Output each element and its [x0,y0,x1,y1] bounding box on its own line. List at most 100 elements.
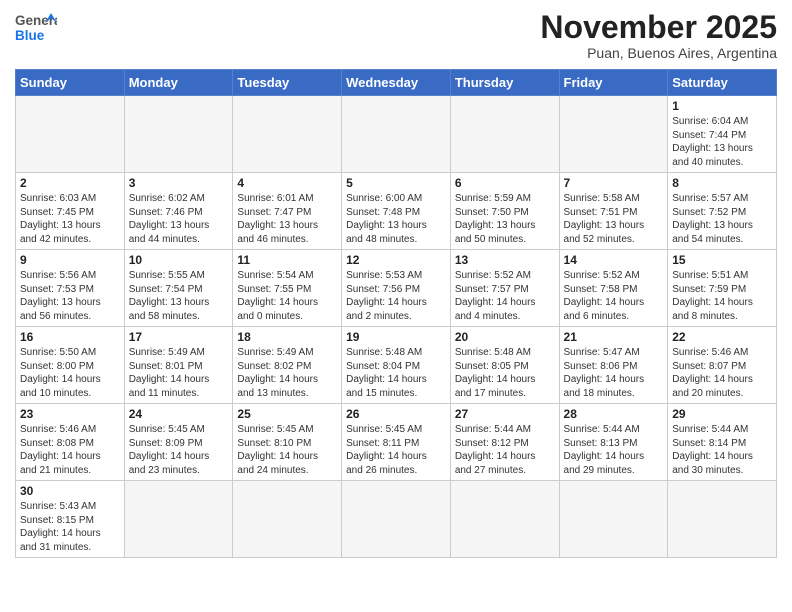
col-header-friday: Friday [559,70,668,96]
day-cell: 28 Sunrise: 5:44 AM Sunset: 8:13 PM Dayli… [559,404,668,481]
day-cell: 8Sunrise: 5:57 AM Sunset: 7:52 PM Daylig… [668,173,777,250]
day-cell: 27 Sunrise: 5:44 AM Sunset: 8:12 PM Dayli… [450,404,559,481]
day-info: Sunrise: 5:45 AM Sunset: 8:11 PM Dayligh… [346,423,446,477]
logo-svg: General Blue [15,10,57,44]
day-info: Sunrise: 5:44 AM Sunset: 8:12 PM Dayligh… [455,423,555,477]
day-info: Sunrise: 6:01 AM Sunset: 7:47 PM Dayligh… [237,192,337,246]
col-header-monday: Monday [124,70,233,96]
day-number: 25 [237,407,337,421]
day-cell: 6 Sunrise: 5:59 AM Sunset: 7:50 PM Daylig… [450,173,559,250]
day-info: Sunrise: 5:45 AM Sunset: 8:10 PM Dayligh… [237,423,337,477]
day-info: Sunrise: 5:46 AM Sunset: 8:08 PM Dayligh… [20,423,120,477]
day-cell [668,481,777,558]
day-cell: 3 Sunrise: 6:02 AM Sunset: 7:46 PM Daylig… [124,173,233,250]
day-info: Sunrise: 5:59 AM Sunset: 7:50 PM Dayligh… [455,192,555,246]
subtitle: Puan, Buenos Aires, Argentina [540,45,777,61]
week-row-1: 1 Sunrise: 6:04 AM Sunset: 7:44 PM Daylig… [16,96,777,173]
day-number: 8 [672,176,772,190]
day-number: 23 [20,407,120,421]
day-info: Sunrise: 6:02 AM Sunset: 7:46 PM Dayligh… [129,192,229,246]
day-cell: 14Sunrise: 5:52 AM Sunset: 7:58 PM Dayli… [559,250,668,327]
day-cell: 26 Sunrise: 5:45 AM Sunset: 8:11 PM Dayli… [342,404,451,481]
day-number: 10 [129,253,229,267]
day-cell: 29Sunrise: 5:44 AM Sunset: 8:14 PM Dayli… [668,404,777,481]
day-info: Sunrise: 5:58 AM Sunset: 7:51 PM Dayligh… [564,192,664,246]
day-number: 1 [672,99,772,113]
day-number: 12 [346,253,446,267]
col-header-thursday: Thursday [450,70,559,96]
day-cell [16,96,125,173]
page: General Blue November 2025 Puan, Buenos … [0,0,792,573]
day-cell: 25 Sunrise: 5:45 AM Sunset: 8:10 PM Dayli… [233,404,342,481]
col-header-saturday: Saturday [668,70,777,96]
day-cell [559,481,668,558]
day-cell: 23 Sunrise: 5:46 AM Sunset: 8:08 PM Dayli… [16,404,125,481]
day-number: 6 [455,176,555,190]
day-info: Sunrise: 5:50 AM Sunset: 8:00 PM Dayligh… [20,346,120,400]
day-cell: 18 Sunrise: 5:49 AM Sunset: 8:02 PM Dayli… [233,327,342,404]
day-cell: 20 Sunrise: 5:48 AM Sunset: 8:05 PM Dayli… [450,327,559,404]
day-info: Sunrise: 5:49 AM Sunset: 8:01 PM Dayligh… [129,346,229,400]
day-info: Sunrise: 5:48 AM Sunset: 8:05 PM Dayligh… [455,346,555,400]
day-number: 2 [20,176,120,190]
day-info: Sunrise: 5:44 AM Sunset: 8:13 PM Dayligh… [564,423,664,477]
day-number: 20 [455,330,555,344]
day-cell [233,96,342,173]
day-cell [342,96,451,173]
day-info: Sunrise: 5:55 AM Sunset: 7:54 PM Dayligh… [129,269,229,323]
day-cell [450,96,559,173]
day-number: 13 [455,253,555,267]
day-number: 24 [129,407,229,421]
day-number: 7 [564,176,664,190]
day-info: Sunrise: 5:46 AM Sunset: 8:07 PM Dayligh… [672,346,772,400]
day-cell: 13 Sunrise: 5:52 AM Sunset: 7:57 PM Dayli… [450,250,559,327]
header: General Blue November 2025 Puan, Buenos … [15,10,777,61]
day-info: Sunrise: 6:03 AM Sunset: 7:45 PM Dayligh… [20,192,120,246]
day-info: Sunrise: 5:45 AM Sunset: 8:09 PM Dayligh… [129,423,229,477]
day-cell [450,481,559,558]
calendar-table: SundayMondayTuesdayWednesdayThursdayFrid… [15,69,777,558]
day-cell [124,96,233,173]
day-number: 4 [237,176,337,190]
col-header-wednesday: Wednesday [342,70,451,96]
col-header-sunday: Sunday [16,70,125,96]
day-cell: 12Sunrise: 5:53 AM Sunset: 7:56 PM Dayli… [342,250,451,327]
day-cell: 17Sunrise: 5:49 AM Sunset: 8:01 PM Dayli… [124,327,233,404]
day-cell: 5Sunrise: 6:00 AM Sunset: 7:48 PM Daylig… [342,173,451,250]
day-number: 18 [237,330,337,344]
day-number: 30 [20,484,120,498]
day-number: 29 [672,407,772,421]
day-info: Sunrise: 6:04 AM Sunset: 7:44 PM Dayligh… [672,115,772,169]
day-number: 27 [455,407,555,421]
logo: General Blue [15,10,57,44]
week-row-4: 16 Sunrise: 5:50 AM Sunset: 8:00 PM Dayli… [16,327,777,404]
day-number: 26 [346,407,446,421]
day-cell: 9Sunrise: 5:56 AM Sunset: 7:53 PM Daylig… [16,250,125,327]
day-number: 11 [237,253,337,267]
day-info: Sunrise: 5:49 AM Sunset: 8:02 PM Dayligh… [237,346,337,400]
svg-text:Blue: Blue [15,28,45,43]
day-cell: 10 Sunrise: 5:55 AM Sunset: 7:54 PM Dayli… [124,250,233,327]
day-info: Sunrise: 5:54 AM Sunset: 7:55 PM Dayligh… [237,269,337,323]
day-number: 28 [564,407,664,421]
day-number: 5 [346,176,446,190]
day-info: Sunrise: 5:56 AM Sunset: 7:53 PM Dayligh… [20,269,120,323]
week-row-3: 9Sunrise: 5:56 AM Sunset: 7:53 PM Daylig… [16,250,777,327]
day-info: Sunrise: 5:52 AM Sunset: 7:57 PM Dayligh… [455,269,555,323]
day-cell: 24 Sunrise: 5:45 AM Sunset: 8:09 PM Dayli… [124,404,233,481]
title-block: November 2025 Puan, Buenos Aires, Argent… [540,10,777,61]
week-row-2: 2 Sunrise: 6:03 AM Sunset: 7:45 PM Daylig… [16,173,777,250]
day-cell [342,481,451,558]
day-info: Sunrise: 5:43 AM Sunset: 8:15 PM Dayligh… [20,500,120,554]
week-row-6: 30 Sunrise: 5:43 AM Sunset: 8:15 PM Dayli… [16,481,777,558]
day-cell: 22 Sunrise: 5:46 AM Sunset: 8:07 PM Dayli… [668,327,777,404]
month-title: November 2025 [540,10,777,45]
day-number: 3 [129,176,229,190]
day-cell [559,96,668,173]
day-cell [233,481,342,558]
day-number: 22 [672,330,772,344]
day-number: 21 [564,330,664,344]
day-number: 16 [20,330,120,344]
day-cell: 15Sunrise: 5:51 AM Sunset: 7:59 PM Dayli… [668,250,777,327]
day-info: Sunrise: 5:52 AM Sunset: 7:58 PM Dayligh… [564,269,664,323]
